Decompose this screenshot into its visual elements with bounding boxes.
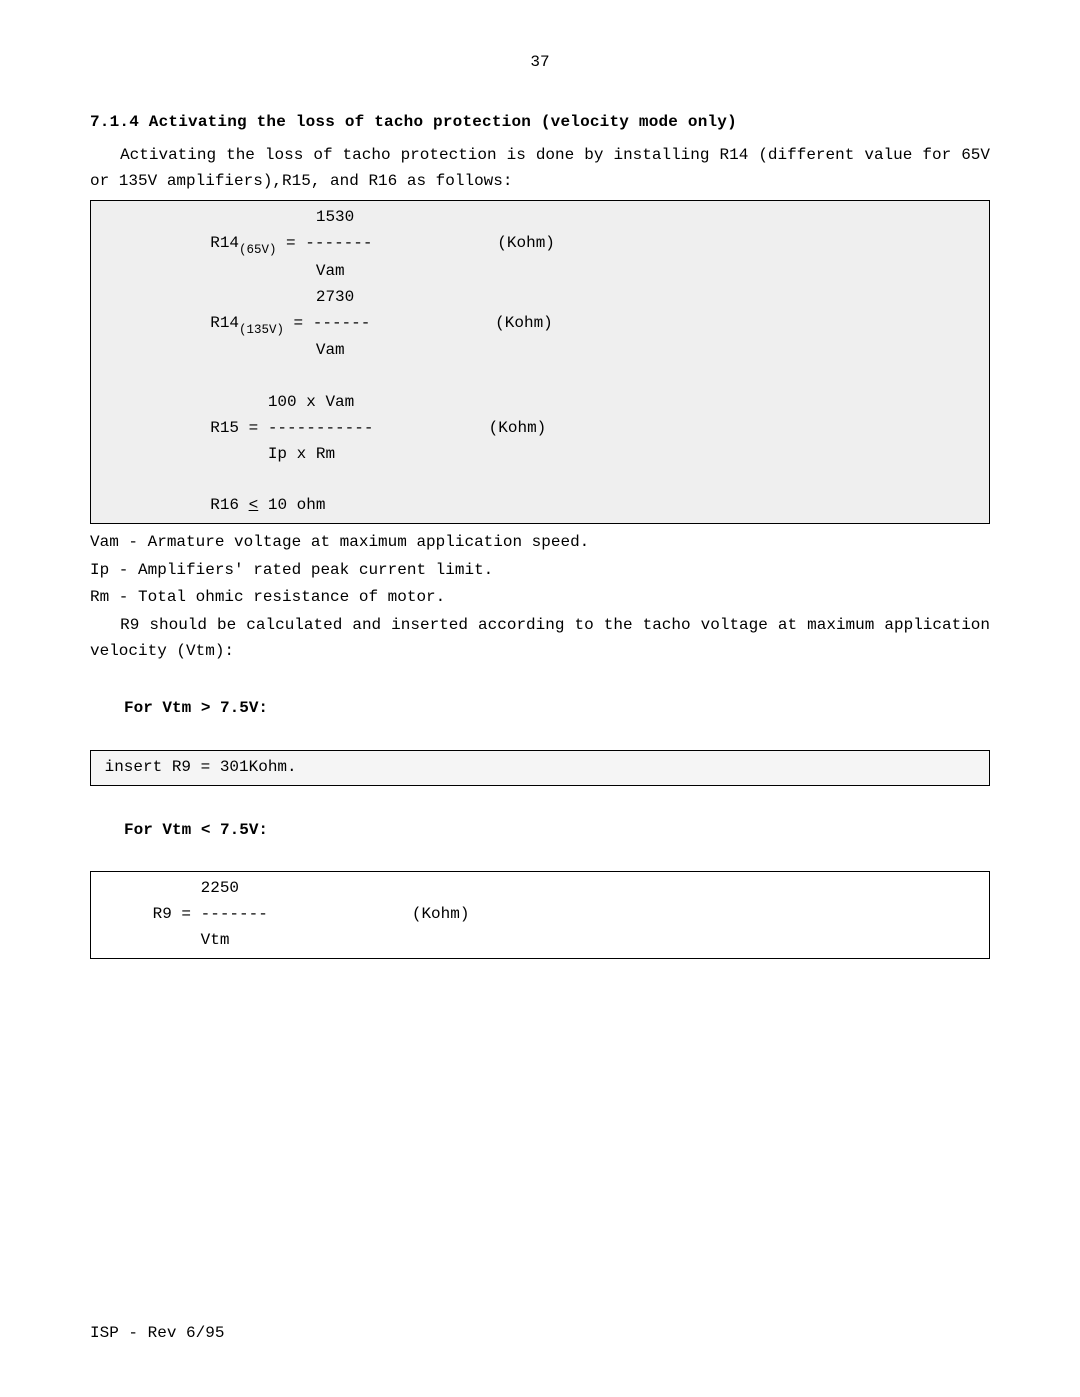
blank-line-1 <box>95 364 985 390</box>
r16-lte-symbol: < <box>249 496 259 514</box>
blank-line-2 <box>95 467 985 493</box>
r14-135-subscript: (135V) <box>239 323 284 337</box>
r9-box-2: 2250 R9 = ------- (Kohm) Vtm <box>90 871 990 959</box>
r14-135-pre: R14 <box>95 314 239 332</box>
intro-paragraph: Activating the loss of tacho protection … <box>90 143 990 194</box>
r15-numerator: 100 x Vam <box>95 390 985 416</box>
spacer <box>90 722 990 748</box>
page-number: 37 <box>90 50 990 76</box>
def-ip: Ip - Amplifiers' rated peak current limi… <box>90 558 990 584</box>
vtm-gt-label: For Vtm > 7.5V: <box>90 696 990 722</box>
spacer <box>90 792 990 818</box>
section-heading: 7.1.4 Activating the loss of tacho prote… <box>90 110 990 136</box>
r14-65-subscript: (65V) <box>239 243 276 257</box>
r15-equation: R15 = ----------- (Kohm) <box>95 416 985 442</box>
spacer <box>90 670 990 696</box>
r14-65-post: = ------- (Kohm) <box>276 234 554 252</box>
r14-65-denominator: Vam <box>95 259 985 285</box>
r14-65-equation: R14(65V) = ------- (Kohm) <box>95 231 985 258</box>
r14-65-numerator: 1530 <box>95 205 985 231</box>
r14-135-numerator: 2730 <box>95 285 985 311</box>
spacer <box>90 843 990 869</box>
r16-post: 10 ohm <box>258 496 325 514</box>
r14-135-equation: R14(135V) = ------ (Kohm) <box>95 311 985 338</box>
def-vam: Vam - Armature voltage at maximum applic… <box>90 530 990 556</box>
r9-numerator: 2250 <box>95 876 985 902</box>
def-rm: Rm - Total ohmic resistance of motor. <box>90 585 990 611</box>
r9-box-1: insert R9 = 301Kohm. <box>90 750 990 786</box>
r9-equation: R9 = ------- (Kohm) <box>95 902 985 928</box>
r9-denominator: Vtm <box>95 928 985 954</box>
r16-line: R16 < 10 ohm <box>95 493 985 519</box>
r15-denominator: Ip x Rm <box>95 442 985 468</box>
page: 37 7.1.4 Activating the loss of tacho pr… <box>0 0 1080 1397</box>
r14-65-pre: R14 <box>95 234 239 252</box>
r9-paragraph: R9 should be calculated and inserted acc… <box>90 613 990 664</box>
r14-135-denominator: Vam <box>95 338 985 364</box>
footer: ISP - Rev 6/95 <box>90 1321 224 1347</box>
r9-box-1-text: insert R9 = 301Kohm. <box>95 755 985 781</box>
formula-box-main: 1530 R14(65V) = ------- (Kohm) Vam 2730 … <box>90 200 990 524</box>
vtm-lt-label: For Vtm < 7.5V: <box>90 818 990 844</box>
r16-pre: R16 <box>95 496 249 514</box>
r14-135-post: = ------ (Kohm) <box>284 314 553 332</box>
